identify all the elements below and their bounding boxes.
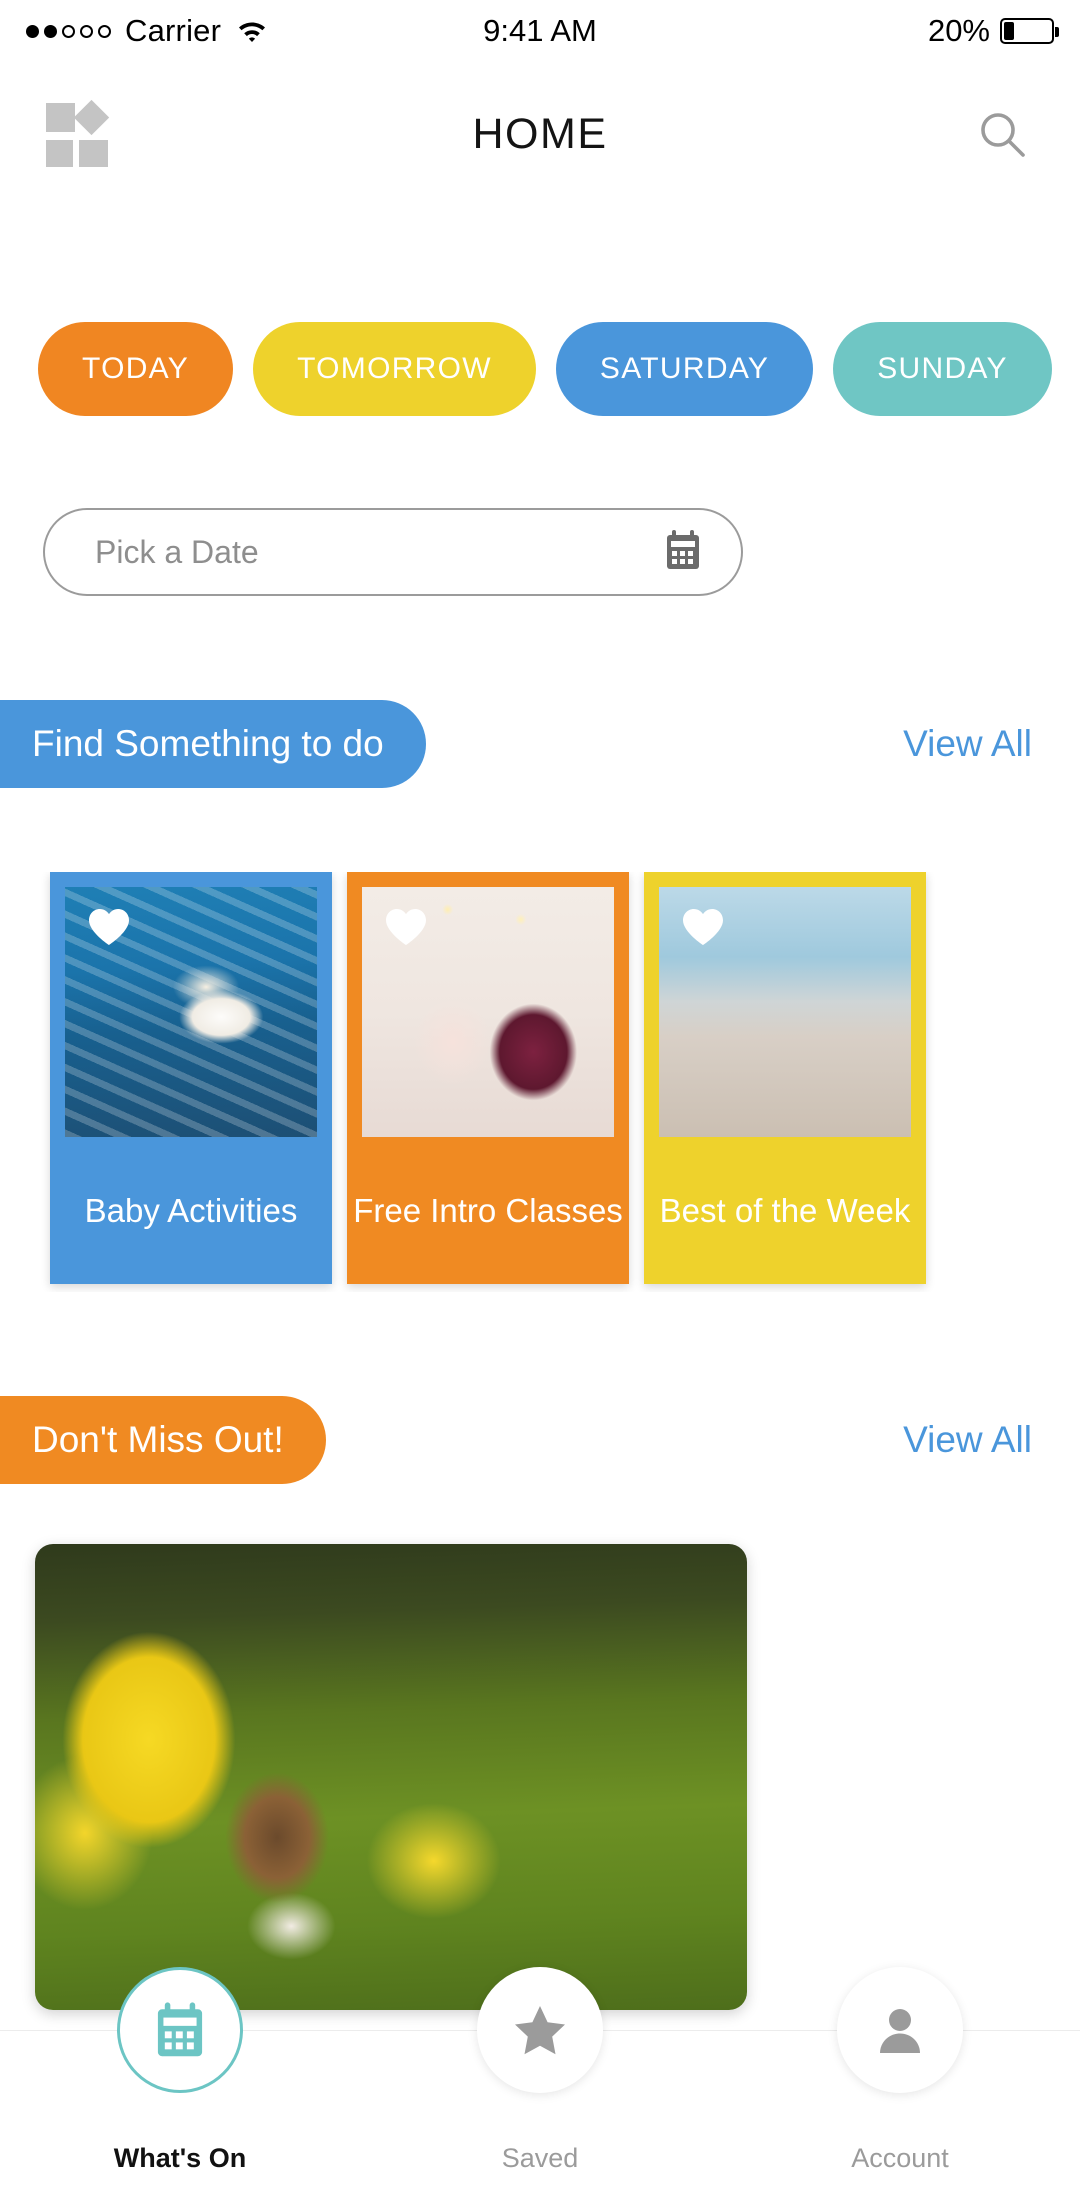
heart-icon[interactable]	[87, 907, 131, 947]
calendar-icon	[157, 2002, 203, 2057]
wifi-icon	[235, 18, 269, 44]
category-card[interactable]: Best of the Week	[644, 872, 926, 1284]
day-tab-label: SUNDAY	[877, 352, 1008, 385]
day-tab-saturday[interactable]: SATURDAY	[555, 322, 814, 416]
grid-logo-icon[interactable]	[46, 99, 110, 167]
day-tab-label: SATURDAY	[599, 352, 770, 385]
app-screen: Carrier 9:41 AM 20% HOME TODAY TOMORROW …	[0, 0, 1080, 2200]
day-filter-tabs[interactable]: TODAY TOMORROW SATURDAY SUNDAY	[0, 322, 1080, 416]
page-title: HOME	[472, 110, 608, 158]
tab-saved[interactable]: Saved	[360, 1967, 720, 2200]
app-header: HOME	[0, 62, 1080, 207]
status-bar: Carrier 9:41 AM 20%	[0, 0, 1080, 62]
section-header-dont-miss-out: Don't Miss Out! View All	[0, 1396, 1080, 1484]
section-title-pill: Find Something to do	[0, 700, 426, 788]
status-bar-left: Carrier	[26, 13, 440, 49]
category-card-label: Baby Activities	[84, 1191, 298, 1229]
tab-whats-on[interactable]: What's On	[0, 1967, 360, 2200]
section-header-find-something: Find Something to do View All	[0, 700, 1080, 788]
view-all-link-find-something[interactable]: View All	[903, 723, 1032, 765]
category-card-image	[65, 887, 317, 1137]
tab-icon-circle	[117, 1967, 243, 2093]
category-card[interactable]: Baby Activities	[50, 872, 332, 1284]
section-title-pill: Don't Miss Out!	[0, 1396, 326, 1484]
section-title: Find Something to do	[32, 723, 384, 764]
category-card-image	[659, 887, 911, 1137]
tab-label: Saved	[501, 2143, 579, 2173]
category-card-image	[362, 887, 614, 1137]
tab-account[interactable]: Account	[720, 1967, 1080, 2200]
category-card-label: Best of the Week	[659, 1191, 911, 1229]
star-icon	[515, 2006, 565, 2055]
day-tab-today[interactable]: TODAY	[38, 322, 234, 416]
category-card-label: Free Intro Classes	[353, 1191, 623, 1229]
featured-event-card[interactable]	[35, 1544, 747, 2010]
tab-label: Account	[851, 2143, 949, 2173]
day-tab-label: TODAY	[82, 352, 190, 385]
day-tab-sunday[interactable]: SUNDAY	[833, 322, 1052, 416]
heart-icon[interactable]	[681, 907, 725, 947]
battery-icon	[1000, 18, 1059, 44]
tab-icon-circle	[477, 1967, 603, 2093]
heart-icon[interactable]	[384, 907, 428, 947]
signal-strength-icon	[26, 24, 111, 38]
carrier-label: Carrier	[125, 13, 222, 48]
date-picker-input[interactable]: Pick a Date	[43, 508, 743, 596]
bottom-navigation: What's On Saved Account	[0, 1967, 1080, 2200]
clock-label: 9:41 AM	[483, 13, 597, 48]
day-tab-label: TOMORROW	[297, 352, 492, 385]
search-icon[interactable]	[970, 103, 1034, 167]
status-bar-right: 20%	[640, 13, 1059, 49]
day-tab-tomorrow[interactable]: TOMORROW	[253, 322, 536, 416]
calendar-icon[interactable]	[663, 529, 703, 576]
tab-icon-circle	[837, 1967, 963, 2093]
tab-label: What's On	[113, 2143, 247, 2173]
category-card[interactable]: Free Intro Classes	[347, 872, 629, 1284]
section-title: Don't Miss Out!	[32, 1419, 284, 1460]
view-all-link-dont-miss-out[interactable]: View All	[903, 1419, 1032, 1461]
person-icon	[880, 2009, 920, 2053]
category-card-list[interactable]: Baby Activities Free Intro Classes Best …	[0, 872, 1080, 1292]
date-picker-placeholder: Pick a Date	[95, 533, 259, 570]
battery-percent-label: 20%	[927, 13, 990, 48]
